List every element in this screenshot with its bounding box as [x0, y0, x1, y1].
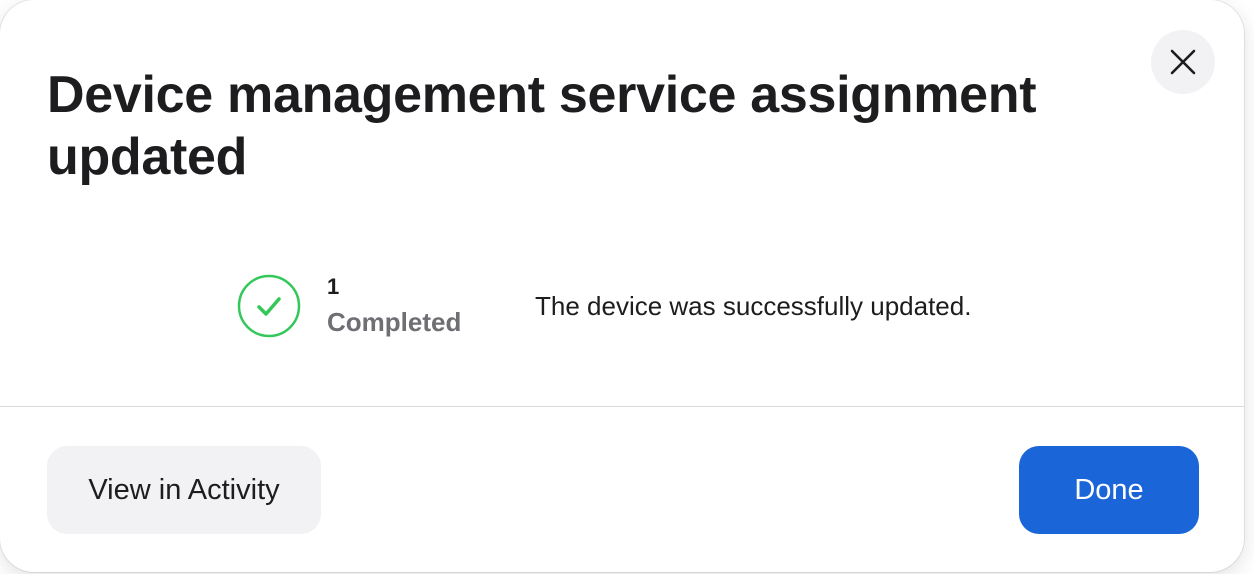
footer-divider: [0, 406, 1244, 407]
dialog-title: Device management service assignment upd…: [47, 66, 1037, 186]
completed-label: Completed: [327, 307, 462, 337]
modal-dialog: Device management service assignment upd…: [0, 0, 1244, 572]
close-button[interactable]: [1151, 30, 1215, 94]
done-button[interactable]: Done: [1019, 446, 1199, 534]
completed-count: 1: [327, 274, 340, 299]
status-message: The device was successfully updated.: [535, 291, 972, 321]
view-in-activity-button[interactable]: View in Activity: [47, 446, 321, 534]
checkmark-circle-icon: [237, 274, 301, 338]
close-icon: [1170, 49, 1196, 75]
